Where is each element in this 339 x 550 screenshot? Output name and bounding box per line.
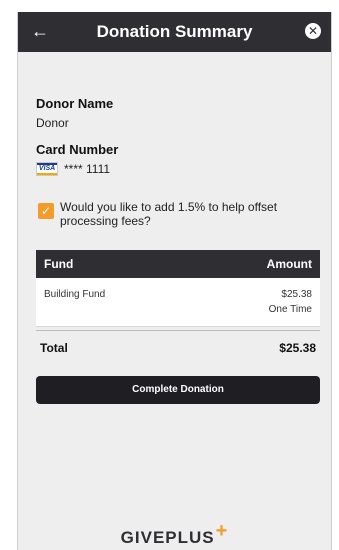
card-number-value: **** 1111: [64, 162, 111, 176]
column-header-fund: Fund: [44, 257, 74, 271]
fund-frequency: One Time: [268, 304, 312, 315]
giveplus-logo: GIVEPLUS+: [120, 520, 229, 547]
donor-name-label: Donor Name: [36, 96, 114, 111]
processing-fee-checkbox[interactable]: ✓: [38, 203, 54, 219]
total-label: Total: [40, 341, 68, 355]
total-amount: $25.38: [279, 341, 316, 355]
card-number-row: VISA **** 1111: [36, 162, 110, 176]
card-number-label: Card Number: [36, 142, 119, 157]
table-row: Building Fund $25.38 One Time: [36, 278, 320, 327]
total-row: Total $25.38: [36, 330, 320, 361]
visa-card-icon: VISA: [36, 162, 58, 176]
close-icon[interactable]: ✕: [305, 23, 321, 39]
processing-fee-text: Would you like to add 1.5% to help offse…: [60, 200, 278, 228]
complete-donation-button[interactable]: Complete Donation: [36, 376, 320, 404]
fund-amount: $25.38: [281, 289, 312, 300]
fund-table: Fund Amount Building Fund $25.38 One Tim…: [36, 250, 320, 327]
phone-screen: ← Donation Summary ✕ Donor Name Donor Ca…: [17, 12, 332, 550]
donor-name-value: Donor: [36, 116, 69, 130]
app-header: ← Donation Summary ✕: [18, 12, 331, 52]
fund-table-header: Fund Amount: [36, 250, 320, 278]
column-header-amount: Amount: [266, 257, 312, 271]
fund-name: Building Fund: [44, 289, 106, 300]
page-title: Donation Summary: [96, 22, 253, 41]
